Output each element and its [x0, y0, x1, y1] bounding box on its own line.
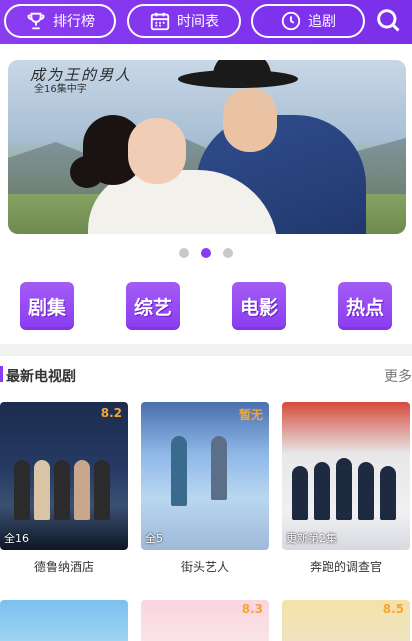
ranking-button[interactable]: 排行榜: [4, 4, 116, 38]
category-series[interactable]: 剧集: [20, 282, 74, 330]
episode-badge: 更新第2集: [286, 532, 337, 545]
episode-badge: 全5: [145, 532, 163, 545]
drama-card[interactable]: 暂无 全5 街头艺人: [141, 402, 269, 575]
card-title: 德鲁纳酒店: [33, 560, 94, 574]
follow-button[interactable]: 追剧: [251, 4, 365, 38]
category-label: 电影: [239, 296, 278, 319]
trophy-icon: [27, 12, 45, 30]
category-label: 热点: [345, 296, 384, 319]
category-label: 综艺: [133, 296, 172, 319]
category-hot[interactable]: 热点: [338, 282, 392, 330]
search-icon[interactable]: [374, 6, 402, 34]
score-badge: 8.5: [382, 602, 404, 616]
section-accent-bar: [0, 366, 3, 382]
more-link[interactable]: 更多: [384, 366, 412, 386]
category-label: 剧集: [27, 296, 66, 319]
score-badge: 8.3: [241, 602, 263, 616]
banner-carousel[interactable]: 成为王的男人 全16集中字: [8, 60, 406, 234]
carousel-dots: [0, 248, 412, 258]
section-divider: [0, 344, 412, 356]
drama-card[interactable]: 8.2 全16 德鲁纳酒店: [0, 402, 128, 575]
follow-label: 追剧: [308, 14, 336, 30]
score-badge: 8.2: [100, 406, 122, 420]
poster-image: 8.2 全16: [0, 402, 128, 550]
carousel-dot[interactable]: [223, 248, 233, 258]
drama-card-partial[interactable]: [0, 600, 128, 641]
score-badge: 暂无: [238, 408, 263, 422]
carousel-dot-active[interactable]: [201, 248, 211, 258]
schedule-label: 时间表: [177, 14, 219, 30]
category-variety[interactable]: 综艺: [126, 282, 180, 330]
ranking-label: 排行榜: [53, 14, 95, 30]
calendar-icon: [150, 12, 170, 31]
poster-image: 暂无 全5: [141, 402, 269, 550]
poster-image: 更新第2集: [282, 402, 410, 550]
drama-card-partial[interactable]: 8.3: [141, 600, 269, 641]
card-title: 奔跑的调查官: [309, 560, 382, 574]
clock-icon: [281, 11, 301, 31]
banner-subtitle: 全16集中字: [34, 84, 87, 95]
card-title: 街头艺人: [180, 560, 229, 574]
section-title: 最新电视剧: [6, 369, 76, 385]
top-bar: 排行榜 时间表 追剧: [0, 0, 412, 44]
carousel-dot[interactable]: [179, 248, 189, 258]
schedule-button[interactable]: 时间表: [127, 4, 241, 38]
drama-card-partial[interactable]: 8.5: [282, 600, 410, 641]
episode-badge: 全16: [4, 532, 29, 545]
drama-card[interactable]: 更新第2集 奔跑的调查官: [282, 402, 410, 575]
category-movie[interactable]: 电影: [232, 282, 286, 330]
